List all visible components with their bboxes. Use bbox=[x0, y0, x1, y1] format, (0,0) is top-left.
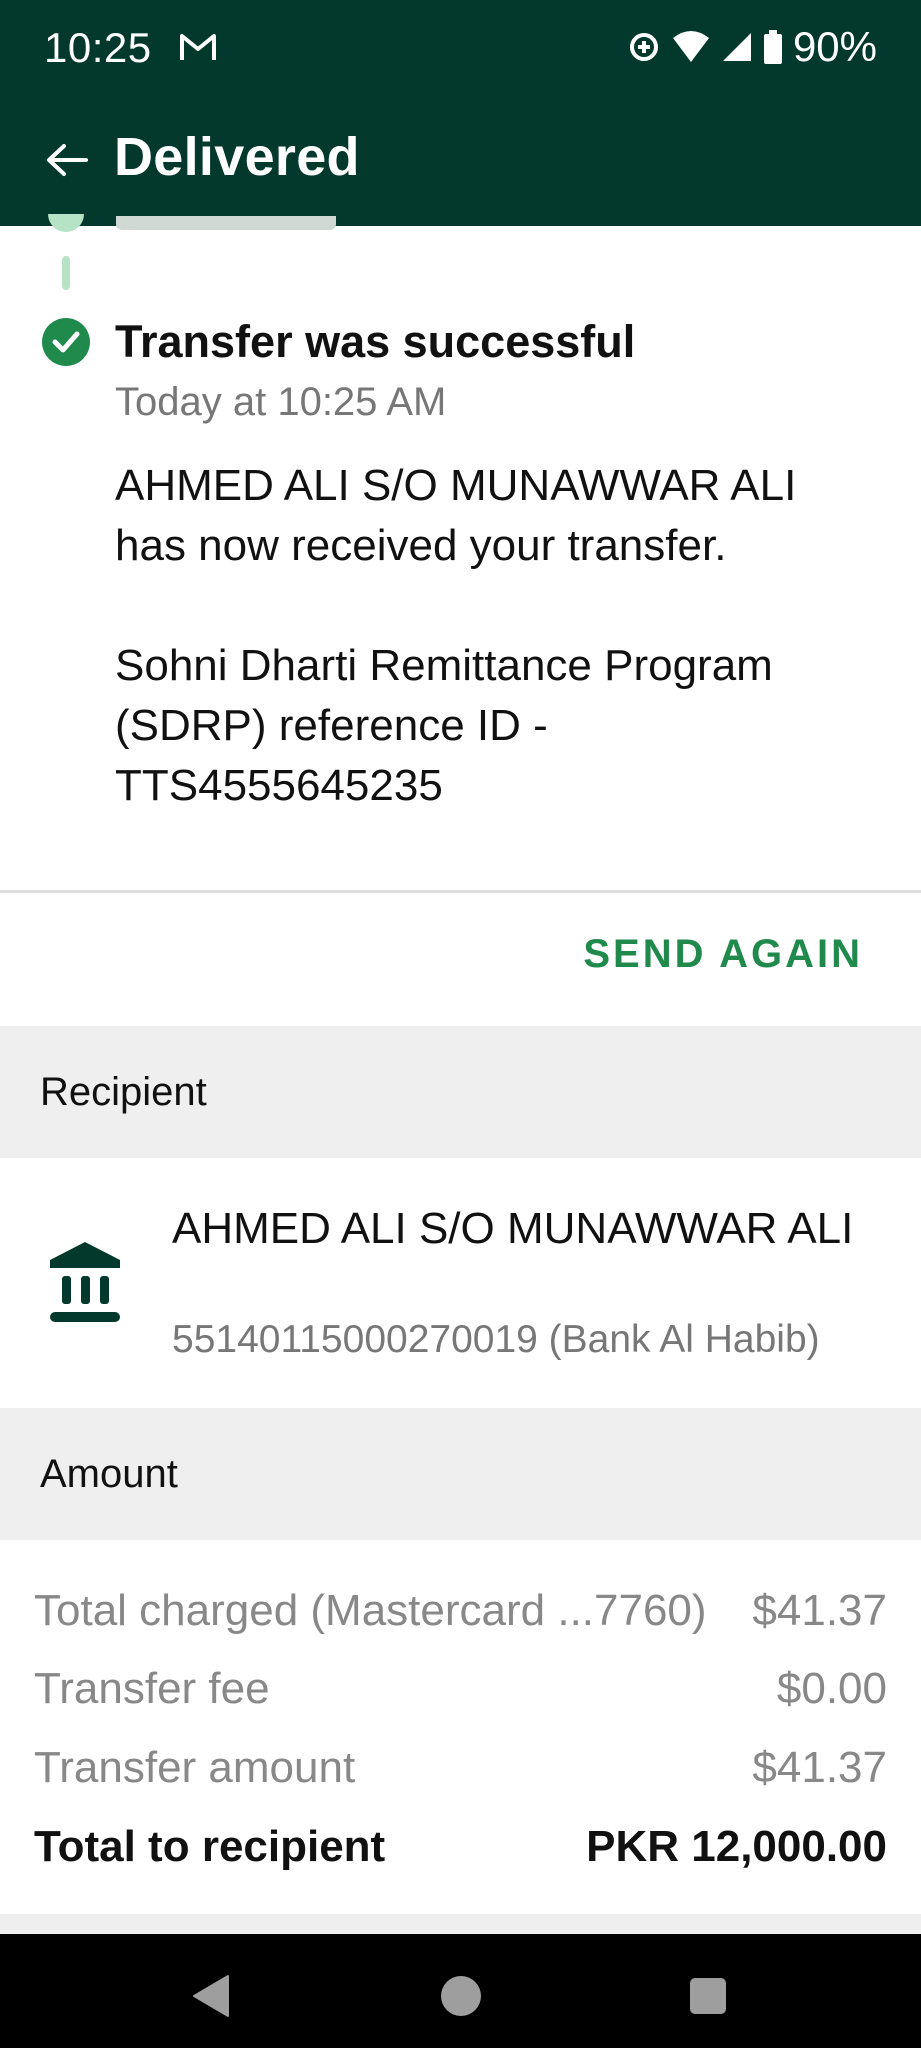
amount-row-transfer-fee: Transfer fee $0.00 bbox=[34, 1658, 887, 1720]
timeline-dot-previous bbox=[48, 214, 84, 232]
amount-label: Total charged (Mastercard ...7760) bbox=[34, 1586, 707, 1635]
section-title: Amount bbox=[40, 1452, 178, 1496]
amount-section-header: Amount bbox=[0, 1408, 921, 1540]
bank-icon bbox=[50, 1242, 120, 1322]
amount-value: PKR 12,000.00 bbox=[586, 1822, 887, 1871]
battery-percent: 90% bbox=[792, 23, 877, 70]
timeline-connector bbox=[62, 256, 70, 290]
battery-icon bbox=[763, 30, 782, 64]
amount-label: Transfer amount bbox=[34, 1743, 356, 1792]
nav-recents-icon[interactable] bbox=[690, 1978, 726, 2014]
status-time: 10:25 bbox=[44, 24, 152, 71]
status-bar: 10:25 90% bbox=[0, 0, 921, 96]
arrow-left-icon bbox=[47, 144, 88, 176]
app-bar: Delivered bbox=[0, 96, 921, 226]
section-footer bbox=[0, 1914, 921, 1934]
amount-value: $41.37 bbox=[752, 1743, 887, 1792]
amount-value: $41.37 bbox=[752, 1586, 887, 1635]
send-again-button[interactable]: SEND AGAIN bbox=[583, 932, 863, 977]
amount-label: Transfer fee bbox=[34, 1664, 270, 1713]
nav-back-icon[interactable] bbox=[190, 1974, 230, 2018]
recipient-account: 55140115000270019 (Bank Al Habib) bbox=[172, 1318, 820, 1361]
back-button[interactable] bbox=[36, 130, 96, 190]
amount-row-total-to-recipient: Total to recipient PKR 12,000.00 bbox=[34, 1816, 887, 1878]
nav-home-icon[interactable] bbox=[441, 1976, 481, 2016]
section-title: Recipient bbox=[40, 1070, 207, 1114]
divider bbox=[0, 890, 921, 893]
page-title: Delivered bbox=[114, 127, 360, 187]
signal-icon bbox=[722, 33, 751, 61]
recipient-section-header: Recipient bbox=[0, 1026, 921, 1158]
check-circle-icon bbox=[42, 318, 90, 366]
system-nav-bar bbox=[0, 1934, 921, 2048]
amount-label: Total to recipient bbox=[34, 1822, 386, 1871]
event-title: Transfer was successful bbox=[115, 316, 636, 367]
status-icons: 90% bbox=[627, 22, 877, 72]
amount-row-total-charged: Total charged (Mastercard ...7760) $41.3… bbox=[34, 1580, 887, 1642]
event-time: Today at 10:25 AM bbox=[115, 380, 447, 424]
wifi-icon bbox=[672, 31, 709, 62]
data-saver-icon bbox=[629, 33, 658, 61]
amount-row-transfer-amount: Transfer amount $41.37 bbox=[34, 1737, 887, 1799]
timeline-previous-title-clipped bbox=[116, 216, 336, 230]
recipient-name: AHMED ALI S/O MUNAWWAR ALI bbox=[172, 1204, 854, 1253]
event-description: AHMED ALI S/O MUNAWWAR ALI has now recei… bbox=[115, 461, 797, 810]
gmail-icon bbox=[180, 34, 216, 60]
amount-value: $0.00 bbox=[776, 1664, 887, 1713]
